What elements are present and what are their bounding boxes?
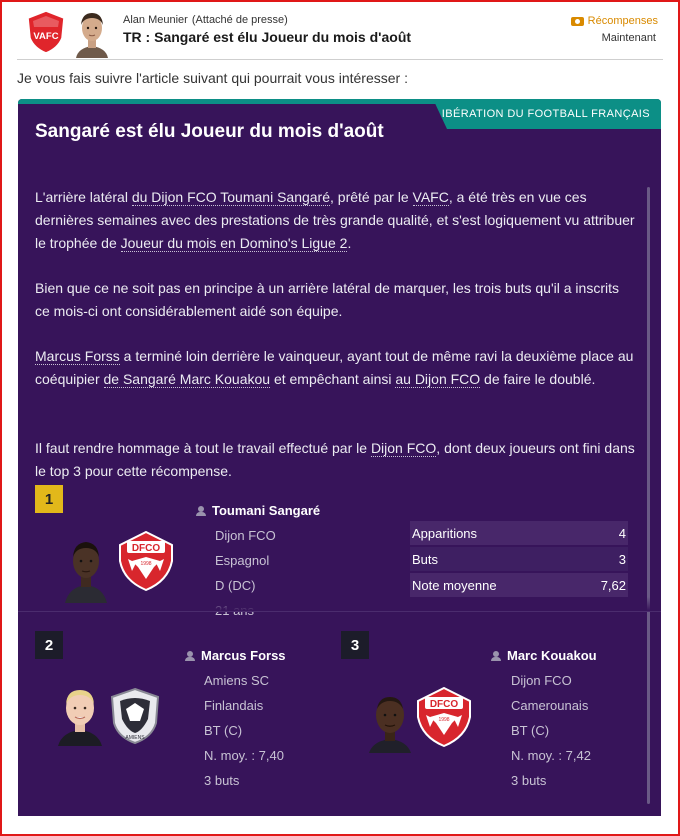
text: , prêté par le	[330, 189, 413, 205]
rank-badge-2: 2	[35, 631, 63, 659]
text: Il faut rendre hommage à tout le travail…	[35, 440, 371, 456]
stat-label: Note moyenne	[412, 577, 497, 593]
rank-badge-1: 1	[35, 485, 63, 513]
player-3-nationality: Camerounais	[511, 698, 589, 713]
article-headline: Sangaré est élu Joueur du mois d'août	[35, 121, 384, 142]
player-name-text: Marcus Forss	[201, 648, 286, 663]
player-1-name[interactable]: Toumani Sangaré	[196, 503, 320, 518]
sender-info: Alan Meunier (Attaché de presse)	[123, 14, 288, 26]
player-1-position: D (DC)	[215, 578, 256, 593]
stat-value: 4	[618, 525, 626, 541]
stat-value: 7,62	[600, 577, 626, 593]
amiens-logo-icon[interactable]: AMIENS	[108, 687, 162, 745]
text: L'arrière latéral	[35, 189, 132, 205]
dijon-logo-icon[interactable]: DFCO 1998	[416, 687, 472, 747]
text: et empêchant ainsi	[270, 371, 396, 387]
player-3-name[interactable]: Marc Kouakou	[491, 648, 597, 663]
vafc-badge-text: VAFC	[33, 31, 58, 42]
stat-label: Apparitions	[412, 525, 478, 541]
stat-row: Buts 3	[410, 547, 628, 571]
header-divider	[17, 59, 663, 60]
message-header: VAFC Alan Meunier (Attaché de presse) TR …	[2, 2, 678, 60]
sender-avatar[interactable]	[72, 8, 112, 58]
dijon-logo-icon[interactable]: DFCO 1998	[118, 531, 174, 591]
link-marcus-forss[interactable]: Marcus Forss	[35, 348, 120, 365]
article-source: LIBÉRATION DU FOOTBALL FRANÇAIS	[433, 99, 661, 129]
player-1-club[interactable]: Dijon FCO	[215, 528, 276, 543]
player-2-goals: 3 buts	[204, 773, 240, 788]
stat-row: Note moyenne 7,62	[410, 573, 628, 597]
player-3-rating: N. moy. : 7,42	[511, 748, 591, 763]
player-3-goals: 3 buts	[511, 773, 547, 788]
player-3-club[interactable]: Dijon FCO	[511, 673, 572, 688]
dijon-logo-year: 1998	[438, 717, 449, 723]
player-2-position: BT (C)	[204, 723, 243, 738]
ticket-icon	[570, 16, 584, 26]
person-icon	[196, 505, 206, 516]
rewards-label: Récompenses	[587, 15, 658, 27]
player-3-position: BT (C)	[511, 723, 550, 738]
player-2-name[interactable]: Marcus Forss	[185, 648, 286, 663]
link-player-of-month[interactable]: Joueur du mois en Domino's Ligue 2	[120, 235, 348, 252]
amiens-logo-text: AMIENS	[125, 735, 145, 741]
player-1-photo[interactable]	[63, 531, 109, 603]
section-fade	[18, 597, 661, 611]
player-1-stats: Apparitions 4 Buts 3 Note moyenne 7,62	[410, 521, 628, 599]
rank-badge-3: 3	[341, 631, 369, 659]
text: .	[347, 235, 352, 251]
link-dijon-fco[interactable]: au Dijon FCO	[395, 371, 481, 388]
message-time: Maintenant	[601, 32, 656, 44]
intro-text: Je vous fais suivre l'article suivant qu…	[17, 70, 408, 86]
sender-role: (Attaché de presse)	[191, 14, 288, 26]
link-dijon-fco[interactable]: Dijon FCO	[370, 440, 437, 457]
player-3-photo[interactable]	[367, 691, 413, 753]
player-name-text: Toumani Sangaré	[212, 503, 321, 518]
text: de faire le doublé.	[480, 371, 596, 387]
player-2-club[interactable]: Amiens SC	[204, 673, 269, 688]
message-subject: TR : Sangaré est élu Joueur du mois d'ao…	[123, 29, 412, 45]
link-toumani-sangare[interactable]: du Dijon FCO Toumani Sangaré	[131, 189, 331, 206]
dijon-logo-text: DFCO	[430, 699, 459, 710]
sender-name[interactable]: Alan Meunier	[123, 14, 188, 26]
stat-label: Buts	[412, 551, 439, 567]
player-1-nationality: Espagnol	[215, 553, 270, 568]
article-paragraph-4: Il faut rendre hommage à tout le travail…	[35, 437, 635, 483]
section-divider	[18, 611, 661, 612]
rewards-link[interactable]: Récompenses	[570, 15, 658, 27]
player-2-photo[interactable]	[56, 684, 104, 746]
link-marc-kouakou[interactable]: de Sangaré Marc Kouakou	[103, 371, 271, 388]
news-article: LIBÉRATION DU FOOTBALL FRANÇAIS Sangaré …	[18, 99, 661, 816]
person-icon	[185, 650, 195, 661]
dijon-logo-text: DFCO	[132, 543, 161, 554]
article-paragraph-3: Marcus Forss a terminé loin derrière le …	[35, 345, 635, 391]
vafc-badge-icon: VAFC	[27, 10, 65, 54]
article-paragraph-2: Bien que ce ne soit pas en principe à un…	[35, 280, 619, 319]
player-2-rating: N. moy. : 7,40	[204, 748, 284, 763]
stat-row: Apparitions 4	[410, 521, 628, 545]
dijon-logo-year: 1998	[140, 561, 151, 567]
player-name-text: Marc Kouakou	[507, 648, 597, 663]
link-vafc[interactable]: VAFC	[412, 189, 449, 206]
person-icon	[491, 650, 501, 661]
article-paragraph-1: L'arrière latéral du Dijon FCO Toumani S…	[35, 186, 635, 255]
stat-value: 3	[618, 551, 626, 567]
article-scrollbar[interactable]	[647, 187, 650, 804]
player-2-nationality: Finlandais	[204, 698, 264, 713]
